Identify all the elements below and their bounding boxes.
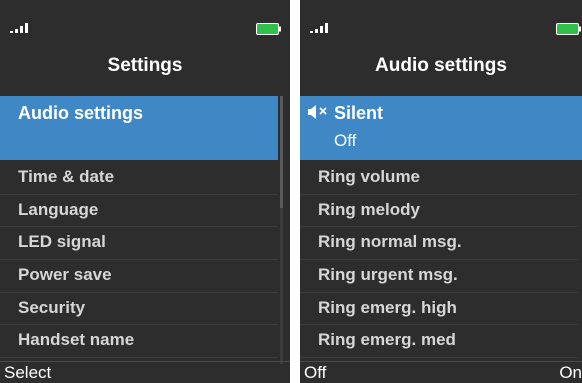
menu-item-label: Silent [334, 103, 384, 123]
menu-item-ring-melody[interactable]: Ring melody [300, 195, 578, 228]
audio-settings-screen: Audio settings Silent Off Ring volume Ri… [300, 0, 582, 383]
select-softkey[interactable]: Select [4, 362, 51, 383]
silent-value: Off [334, 131, 357, 150]
off-softkey[interactable]: Off [304, 362, 326, 383]
menu-item-time-date[interactable]: Time & date [0, 162, 278, 195]
scroll-thumb[interactable] [280, 96, 283, 208]
on-softkey[interactable]: On [559, 362, 582, 383]
divider [290, 0, 300, 383]
status-bar [300, 0, 582, 42]
status-bar [0, 0, 290, 42]
menu-item-language[interactable]: Language [0, 195, 278, 228]
signal-icon [310, 23, 332, 33]
page-title: Settings [107, 55, 183, 76]
softkey-bar: Select [0, 361, 290, 383]
battery-icon [556, 23, 581, 35]
menu-item-label: Audio settings [18, 103, 143, 123]
settings-screen: Settings Audio settings Time & date Lang… [0, 0, 290, 383]
menu-item-ring-normal-msg[interactable]: Ring normal msg. [300, 227, 578, 261]
menu-item-audio-settings[interactable]: Audio settings [0, 96, 278, 160]
settings-menu: Time & date Language LED signal Power sa… [0, 162, 278, 359]
battery-icon [256, 23, 281, 35]
menu-item-power-save[interactable]: Power save [0, 260, 278, 293]
menu-item-led-signal[interactable]: LED signal [0, 227, 278, 261]
scrollbar[interactable] [280, 96, 283, 364]
menu-item-security[interactable]: Security [0, 293, 278, 326]
audio-settings-menu: Ring volume Ring melody Ring normal msg.… [300, 162, 578, 359]
menu-item-ring-emerg-high[interactable]: Ring emerg. high [300, 293, 578, 326]
page-title: Audio settings [375, 55, 507, 76]
menu-item-ring-emerg-med[interactable]: Ring emerg. med [300, 325, 578, 359]
menu-item-ring-volume[interactable]: Ring volume [300, 162, 578, 195]
softkey-bar: Off On [300, 361, 582, 383]
menu-item-ring-urgent-msg[interactable]: Ring urgent msg. [300, 260, 578, 293]
speaker-muted-icon [308, 104, 330, 120]
menu-item-handset-name[interactable]: Handset name [0, 325, 278, 359]
menu-item-silent[interactable]: Silent Off [300, 96, 582, 160]
signal-icon [10, 23, 32, 33]
